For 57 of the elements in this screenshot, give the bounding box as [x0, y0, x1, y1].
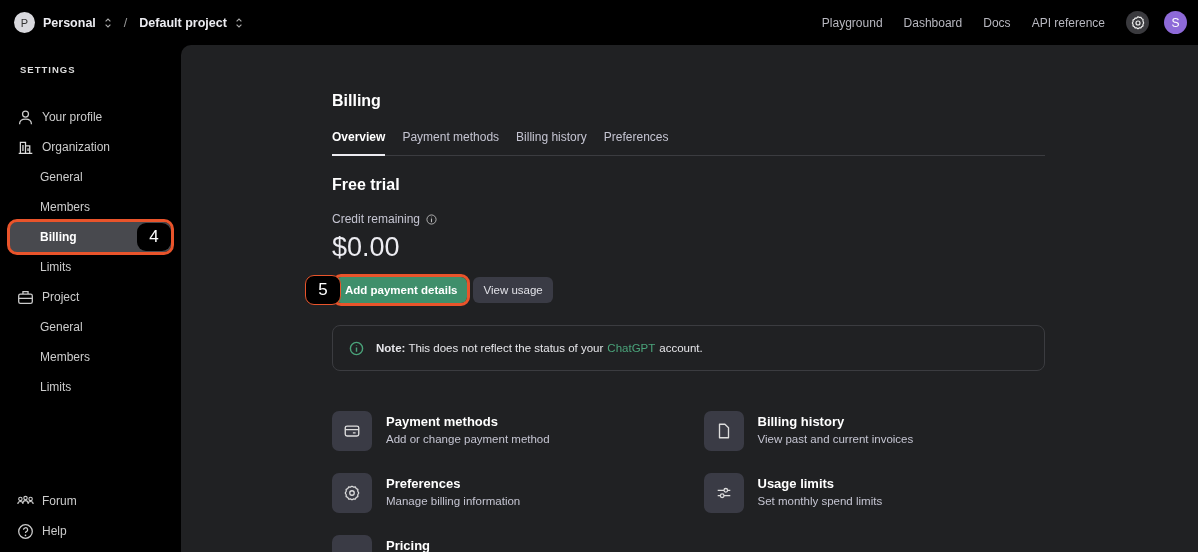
- sidebar-item[interactable]: Your profile: [10, 102, 171, 132]
- nav-link[interactable]: Docs: [983, 15, 1011, 30]
- chevron-updown-icon: [234, 16, 243, 29]
- chevron-updown-icon: [103, 16, 112, 29]
- note-text: account.: [659, 342, 703, 354]
- step-badge: 5: [305, 275, 341, 305]
- nav-link[interactable]: Playground: [821, 15, 883, 30]
- sidebar-heading: SETTINGS: [19, 63, 77, 77]
- chatgpt-link[interactable]: ChatGPT: [607, 342, 656, 354]
- card-title[interactable]: Billing history: [757, 414, 914, 429]
- card-description: View past and current invoices: [757, 433, 914, 445]
- credit-card-icon[interactable]: [332, 411, 372, 451]
- sidebar-link[interactable]: Forum: [10, 486, 171, 516]
- org-avatar[interactable]: P: [14, 12, 35, 33]
- project-switcher[interactable]: Default project: [139, 15, 227, 30]
- tab[interactable]: Overview: [332, 130, 386, 156]
- tab[interactable]: Billing history: [516, 130, 587, 156]
- action-button[interactable]: Add payment details: [335, 277, 468, 303]
- person-icon: [17, 108, 34, 126]
- sidebar-item[interactable]: General: [10, 162, 171, 192]
- card-title[interactable]: Payment methods: [386, 414, 550, 429]
- info-icon: [349, 340, 364, 356]
- action-button[interactable]: View usage: [473, 277, 553, 303]
- tab[interactable]: Payment methods: [402, 130, 500, 156]
- tab[interactable]: Preferences: [603, 130, 669, 156]
- help-icon: [17, 522, 34, 540]
- card-title[interactable]: Usage limits: [757, 476, 883, 491]
- card-title[interactable]: Preferences: [386, 476, 521, 491]
- info-icon: [426, 213, 438, 225]
- sidebar-item[interactable]: Organization: [10, 132, 171, 162]
- briefcase-icon: [17, 288, 34, 306]
- sidebar-item[interactable]: Members: [10, 192, 171, 222]
- card-description: Add or change payment method: [386, 433, 550, 445]
- plan-title: Free trial: [332, 176, 401, 194]
- sliders-icon[interactable]: [703, 473, 744, 513]
- nav-link[interactable]: API reference: [1031, 15, 1105, 30]
- user-avatar[interactable]: S: [1164, 11, 1187, 34]
- note-text: Note: This does not reflect the status of your: [376, 342, 604, 354]
- sidebar-item[interactable]: Limits: [10, 372, 171, 402]
- sidebar-item[interactable]: Members: [10, 342, 171, 372]
- nav-link[interactable]: Dashboard: [903, 15, 963, 30]
- settings-button[interactable]: [1126, 11, 1149, 34]
- page-title: Billing: [332, 92, 382, 110]
- card-title[interactable]: Pricing: [386, 538, 431, 552]
- gear-icon[interactable]: [332, 473, 372, 513]
- card-description: Set monthly spend limits: [757, 495, 883, 507]
- sidebar-item[interactable]: Project: [10, 282, 171, 312]
- card-description: Manage billing information: [386, 495, 521, 507]
- document-icon[interactable]: [703, 411, 744, 451]
- credit-label: Credit remaining: [332, 212, 421, 226]
- step-badge: 4: [137, 223, 171, 251]
- org-switcher[interactable]: Personal: [43, 15, 96, 30]
- sidebar-link[interactable]: Help: [10, 516, 171, 546]
- sidebar-item[interactable]: General: [10, 312, 171, 342]
- credit-amount: $0.00: [332, 232, 401, 263]
- breadcrumb-separator: /: [123, 15, 128, 30]
- sidebar-item[interactable]: Limits: [10, 252, 171, 282]
